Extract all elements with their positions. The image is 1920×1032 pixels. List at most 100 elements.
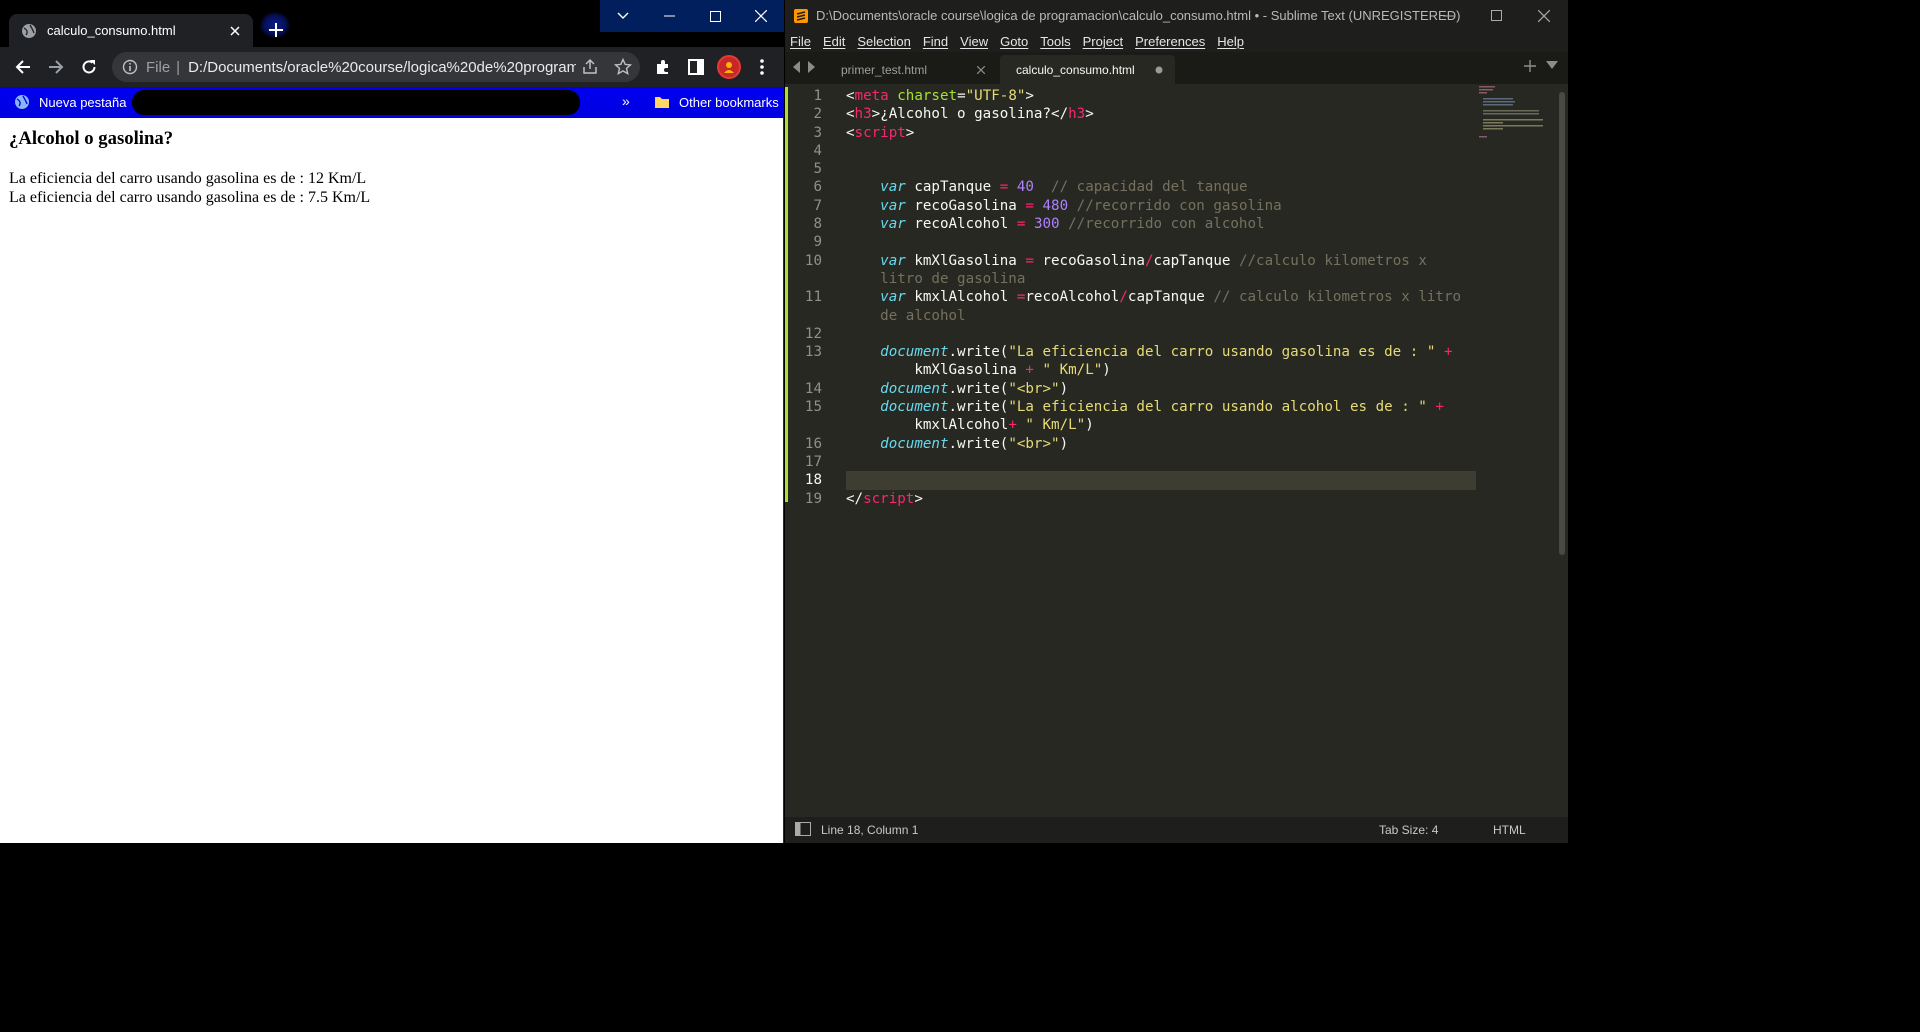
window-title: D:\Documents\oracle course\logica de pro… bbox=[816, 8, 1461, 23]
code-line: 1 <meta charset="UTF-8"> bbox=[813, 87, 1476, 105]
chevron-down-icon[interactable] bbox=[1546, 60, 1558, 70]
panel-toggle-icon[interactable] bbox=[795, 822, 811, 836]
side-panel-button[interactable] bbox=[682, 53, 710, 81]
close-icon[interactable] bbox=[227, 23, 243, 39]
share-icon[interactable] bbox=[581, 58, 599, 76]
maximize-button[interactable] bbox=[1472, 0, 1520, 31]
code-line: 9 bbox=[813, 233, 1476, 251]
url-scheme: File bbox=[146, 58, 171, 76]
bookmark-label: Other bookmarks bbox=[679, 94, 779, 110]
new-tab-button[interactable] bbox=[262, 16, 290, 44]
reload-button[interactable] bbox=[75, 53, 103, 81]
editor-tab-bar: primer_test.html calculo_consumo.html bbox=[785, 52, 1568, 84]
code-line: 2 <h3>¿Alcohol o gasolina?</h3> bbox=[813, 105, 1476, 123]
redacted-bookmarks bbox=[132, 90, 580, 115]
line-number: 9 bbox=[813, 234, 822, 251]
chrome-window: calculo_consumo.html File | D:/Documents… bbox=[0, 0, 784, 843]
profile-avatar[interactable] bbox=[717, 55, 741, 79]
other-bookmarks-folder[interactable]: Other bookmarks bbox=[654, 92, 779, 112]
reload-icon bbox=[82, 60, 96, 74]
menu-tools[interactable]: Tools bbox=[1040, 34, 1070, 49]
maximize-button[interactable] bbox=[692, 0, 738, 32]
chevron-left-icon[interactable] bbox=[793, 61, 801, 73]
minimize-icon bbox=[663, 15, 675, 17]
line-number: 17 bbox=[804, 453, 822, 470]
menu-edit[interactable]: Edit bbox=[823, 34, 845, 49]
line-number: 13 bbox=[804, 344, 822, 361]
minimap[interactable] bbox=[1479, 84, 1549, 144]
code-line: 3 <script> bbox=[813, 124, 1476, 142]
extensions-icon bbox=[657, 60, 668, 74]
syntax-indicator[interactable]: HTML bbox=[1493, 823, 1526, 837]
minimize-button[interactable] bbox=[646, 0, 692, 32]
more-bookmarks-button[interactable]: » bbox=[622, 93, 630, 109]
code-line-wrap: de alcohol bbox=[880, 307, 966, 324]
tab-label: calculo_consumo.html bbox=[1016, 62, 1135, 77]
close-window-button[interactable] bbox=[1520, 0, 1568, 31]
line-number: 7 bbox=[813, 197, 822, 214]
globe-icon bbox=[15, 95, 29, 109]
unsaved-dot-icon[interactable] bbox=[1155, 66, 1163, 74]
menu-goto[interactable]: Goto bbox=[1000, 34, 1028, 49]
code-line: 4 bbox=[813, 142, 1476, 160]
menu-view[interactable]: View bbox=[960, 34, 988, 49]
current-code-line: 18 bbox=[805, 471, 1476, 490]
sublime-window-controls bbox=[1424, 0, 1568, 31]
back-button[interactable] bbox=[9, 53, 37, 81]
line-number: 18 bbox=[804, 472, 822, 489]
code-area[interactable]: 1 <meta charset="UTF-8"> 2 <h3>¿Alcohol o … bbox=[805, 84, 1476, 508]
line-number: 5 bbox=[813, 161, 822, 178]
extensions-button[interactable] bbox=[649, 53, 677, 81]
line-number: 11 bbox=[804, 289, 822, 306]
code-line: 17 bbox=[805, 453, 1476, 471]
menu-help[interactable]: Help bbox=[1217, 34, 1244, 49]
chrome-toolbar: File | D:/Documents/oracle%20course/logi… bbox=[0, 47, 784, 87]
editor-tab-calculo-consumo[interactable]: calculo_consumo.html bbox=[1000, 55, 1175, 84]
forward-button[interactable] bbox=[42, 53, 70, 81]
page-heading: ¿Alcohol o gasolina? bbox=[9, 128, 174, 149]
url-text[interactable]: D:/Documents/oracle%20course/logica%20de… bbox=[188, 59, 576, 76]
tab-bar-actions bbox=[1524, 60, 1558, 72]
chrome-menu-button[interactable] bbox=[748, 53, 776, 81]
forward-arrow-icon bbox=[49, 60, 64, 74]
menu-project[interactable]: Project bbox=[1083, 34, 1123, 49]
tab-nav-arrows bbox=[793, 61, 815, 73]
line-number: 4 bbox=[813, 142, 822, 159]
code-editor[interactable]: 1 <meta charset="UTF-8"> 2 <h3>¿Alcohol o … bbox=[785, 84, 1568, 817]
editor-tab-primer-test[interactable]: primer_test.html bbox=[825, 55, 997, 84]
bookmark-label: Nueva pestaña bbox=[39, 94, 127, 110]
menu-selection[interactable]: Selection bbox=[857, 34, 910, 49]
plus-icon[interactable] bbox=[1524, 60, 1536, 72]
close-icon[interactable] bbox=[977, 65, 985, 74]
info-icon[interactable] bbox=[122, 59, 138, 75]
line-number: 8 bbox=[813, 216, 822, 233]
status-bar: Line 18, Column 1 Tab Size: 4 HTML bbox=[785, 817, 1568, 843]
code-line-wrap: kmXlGasolina + " Km/L") bbox=[914, 362, 1111, 379]
menu-find[interactable]: Find bbox=[923, 34, 948, 49]
menu-file[interactable]: File bbox=[790, 34, 811, 49]
address-bar[interactable]: File | D:/Documents/oracle%20course/logi… bbox=[112, 52, 640, 82]
star-icon[interactable] bbox=[614, 58, 632, 76]
minimize-button[interactable] bbox=[1424, 0, 1472, 31]
vertical-scrollbar[interactable] bbox=[1559, 92, 1565, 555]
tab-size-indicator[interactable]: Tab Size: 4 bbox=[1379, 823, 1438, 837]
code-line: 15 document.write("La eficiencia del car… bbox=[805, 398, 1476, 416]
code-line: 6 var capTanque = 40 // capacidad del ta… bbox=[813, 178, 1476, 196]
browser-tab[interactable]: calculo_consumo.html bbox=[9, 14, 253, 47]
line-number: 2 bbox=[813, 106, 822, 123]
code-line: 14 document.write("<br>") bbox=[805, 380, 1476, 398]
line-number: 16 bbox=[804, 435, 822, 452]
code-line: 12 bbox=[805, 325, 1476, 343]
line-number: 14 bbox=[804, 380, 822, 397]
tab-search-button[interactable] bbox=[600, 0, 646, 32]
sublime-title-bar: D:\Documents\oracle course\logica de pro… bbox=[785, 0, 1568, 31]
chevron-right-icon[interactable] bbox=[807, 61, 815, 73]
code-line: 19 </script> bbox=[805, 490, 1476, 508]
menu-preferences[interactable]: Preferences bbox=[1135, 34, 1205, 49]
code-line: 7 var recoGasolina = 480 //recorrido con… bbox=[813, 197, 1476, 215]
cursor-position: Line 18, Column 1 bbox=[821, 823, 919, 837]
close-window-button[interactable] bbox=[738, 0, 784, 32]
code-line-wrap: kmxlAlcohol+ " Km/L") bbox=[914, 417, 1094, 434]
code-line: 8 var recoAlcohol = 300 //recorrido con … bbox=[813, 215, 1476, 233]
bookmark-nueva-pestana[interactable]: Nueva pestaña bbox=[14, 92, 126, 112]
